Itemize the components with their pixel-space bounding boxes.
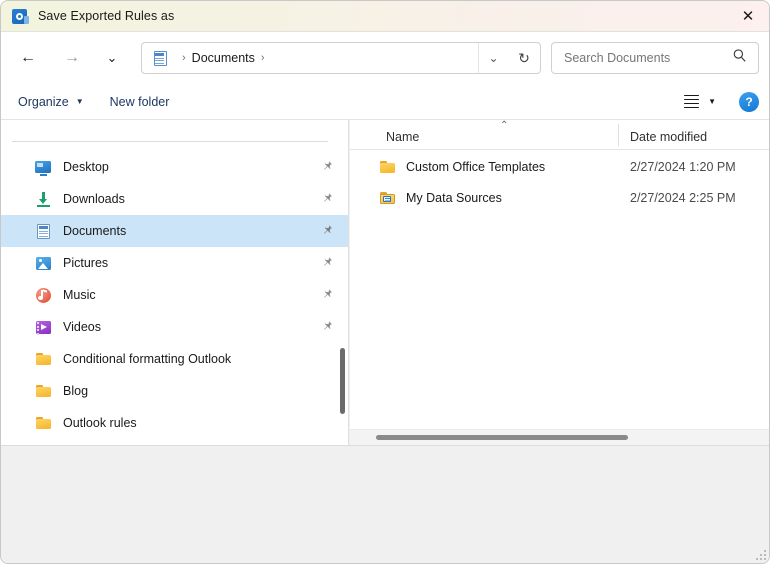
column-header-date-modified[interactable]: Date modified (630, 130, 707, 144)
horizontal-scrollbar-thumb[interactable] (376, 435, 628, 440)
sidebar-item-outlook-rules[interactable]: Outlook rules (1, 407, 348, 439)
sidebar-item-blog[interactable]: Blog (1, 375, 348, 407)
videos-icon (35, 319, 52, 336)
sidebar-item-videos[interactable]: Videos (1, 311, 348, 343)
sidebar-list: Desktop Downloads Documents Pictures Mus… (1, 151, 348, 439)
save-form-area: File name: Outlook rules.rwz ⌄ Save as t… (1, 445, 769, 563)
search-box[interactable] (551, 42, 759, 74)
view-options-button[interactable]: ▼ (677, 90, 723, 114)
pictures-icon (35, 255, 52, 272)
chevron-down-icon: ▼ (75, 97, 84, 106)
pin-icon[interactable] (321, 320, 333, 334)
search-input[interactable] (562, 50, 717, 66)
pin-icon[interactable] (321, 160, 333, 174)
chevron-down-icon: ▼ (708, 97, 716, 106)
window-title: Save Exported Rules as (38, 9, 175, 23)
folder-icon (35, 415, 52, 432)
help-icon[interactable]: ? (739, 91, 759, 112)
sidebar-item-label: Pictures (63, 256, 109, 270)
command-bar-right: ▼ ? (677, 90, 759, 114)
resize-grip[interactable] (756, 550, 767, 561)
download-icon (35, 191, 52, 208)
address-bar-actions: ⌄ ↻ (478, 43, 540, 73)
column-header-name[interactable]: Name (386, 130, 419, 144)
new-folder-button[interactable]: New folder (101, 90, 179, 114)
recent-locations-icon[interactable]: ⌄ (99, 43, 125, 73)
sidebar-item-downloads[interactable]: Downloads (1, 183, 348, 215)
pin-icon[interactable] (321, 288, 333, 302)
forward-icon[interactable]: → (57, 43, 87, 73)
new-folder-label: New folder (109, 94, 170, 109)
list-view-icon (684, 94, 700, 109)
outlook-icon (12, 8, 29, 25)
sidebar-item-label: Outlook rules (63, 416, 137, 430)
close-icon[interactable]: ✕ (725, 1, 769, 32)
folder-icon (35, 383, 52, 400)
file-rows: Custom Office Templates 2/27/2024 1:20 P… (350, 151, 769, 213)
organize-label: Organize (18, 94, 69, 109)
sidebar-item-music[interactable]: Music (1, 279, 348, 311)
sidebar-item-label: Downloads (63, 192, 125, 206)
sidebar-divider (12, 141, 328, 142)
command-bar: Organize ▼ New folder ▼ ? (1, 84, 769, 120)
refresh-icon[interactable]: ↻ (508, 43, 540, 73)
sidebar-item-documents[interactable]: Documents (1, 215, 348, 247)
folder-icon (35, 351, 52, 368)
pin-icon[interactable] (321, 256, 333, 270)
address-bar[interactable]: › Documents › ⌄ ↻ (141, 42, 541, 74)
file-date-modified: 2/27/2024 2:25 PM (630, 190, 736, 205)
documents-icon (152, 50, 169, 67)
sidebar-item-label: Documents (63, 224, 127, 238)
table-row[interactable]: My Data Sources 2/27/2024 2:25 PM (350, 182, 769, 213)
desktop-icon (35, 159, 52, 176)
sidebar-item-desktop[interactable]: Desktop (1, 151, 348, 183)
breadcrumb-separator-1: › (182, 52, 186, 64)
horizontal-scrollbar[interactable] (350, 429, 769, 445)
save-as-dialog: Save Exported Rules as ✕ ← → ⌄ ↑ › Docum… (0, 0, 770, 564)
sidebar-item-label: Videos (63, 320, 101, 334)
breadcrumb-documents[interactable]: Documents (192, 51, 255, 65)
breadcrumb-separator-2[interactable]: › (261, 52, 265, 64)
search-icon (732, 48, 747, 68)
sidebar-scrollbar-thumb[interactable] (340, 348, 345, 414)
navigation-pane: Desktop Downloads Documents Pictures Mus… (1, 120, 349, 445)
pin-icon[interactable] (321, 192, 333, 206)
sidebar-item-label: Conditional formatting Outlook (63, 352, 232, 366)
address-dropdown-icon[interactable]: ⌄ (478, 43, 508, 73)
file-date-modified: 2/27/2024 1:20 PM (630, 159, 736, 174)
documents-icon (35, 223, 52, 240)
sidebar-item-label: Desktop (63, 160, 109, 174)
title-bar: Save Exported Rules as ✕ (1, 1, 769, 32)
file-name: My Data Sources (406, 190, 502, 205)
file-list-pane: ⌃ Name Date modified Custom Office Templ… (350, 120, 769, 445)
column-headers: ⌃ Name Date modified (350, 120, 769, 150)
folder-icon (379, 158, 396, 175)
music-icon (35, 287, 52, 304)
data-sources-folder-icon (379, 189, 396, 206)
file-name: Custom Office Templates (406, 159, 546, 174)
sidebar-item-label: Blog (63, 384, 89, 398)
sidebar-item-conditional-formatting-outlook[interactable]: Conditional formatting Outlook (1, 343, 348, 375)
sidebar-item-pictures[interactable]: Pictures (1, 247, 348, 279)
sort-indicator-icon: ⌃ (500, 120, 509, 131)
pin-icon[interactable] (321, 224, 333, 238)
sidebar-item-label: Music (63, 288, 96, 302)
back-icon[interactable]: ← (13, 43, 43, 73)
column-divider[interactable] (618, 124, 619, 146)
organize-button[interactable]: Organize ▼ (9, 90, 93, 114)
table-row[interactable]: Custom Office Templates 2/27/2024 1:20 P… (350, 151, 769, 182)
